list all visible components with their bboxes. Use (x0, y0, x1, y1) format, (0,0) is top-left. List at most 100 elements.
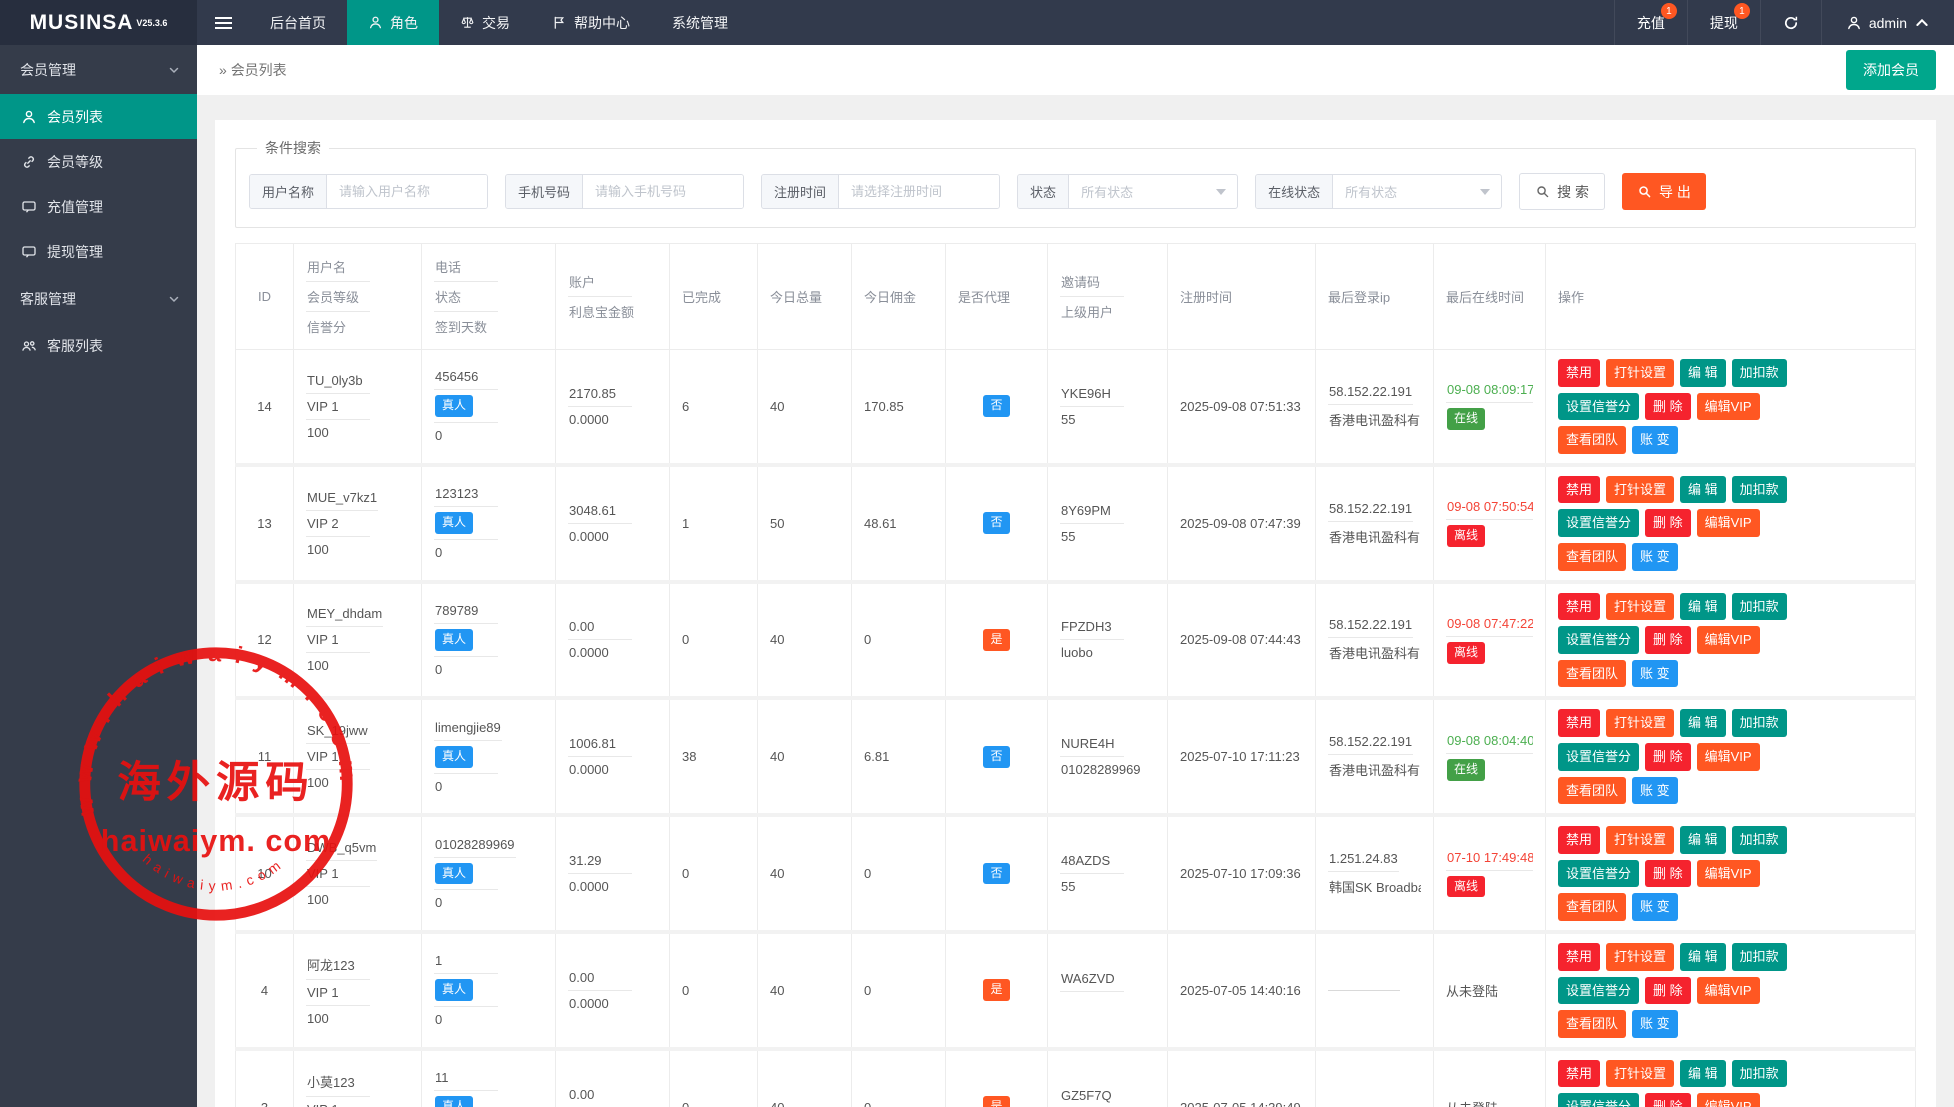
action-button-编辑[interactable]: 编 辑 (1680, 1060, 1726, 1088)
action-button-设置信誉分[interactable]: 设置信誉分 (1558, 860, 1639, 888)
action-button-加扣款[interactable]: 加扣款 (1732, 943, 1787, 971)
action-button-打针设置[interactable]: 打针设置 (1606, 593, 1674, 621)
action-button-设置信誉分[interactable]: 设置信誉分 (1558, 626, 1639, 654)
action-button-查看团队[interactable]: 查看团队 (1558, 893, 1626, 921)
refresh-button[interactable] (1760, 0, 1821, 45)
action-button-账变[interactable]: 账 变 (1632, 893, 1678, 921)
action-button-账变[interactable]: 账 变 (1632, 660, 1678, 688)
action-button-编辑VIP[interactable]: 编辑VIP (1697, 743, 1760, 771)
nav-item-3[interactable]: 交易 (439, 0, 531, 45)
action-button-编辑VIP[interactable]: 编辑VIP (1697, 393, 1760, 421)
top-action-2[interactable]: 提现1 (1687, 0, 1760, 45)
cell-done: 0 (670, 1049, 758, 1107)
action-button-设置信誉分[interactable]: 设置信誉分 (1558, 509, 1639, 537)
action-button-加扣款[interactable]: 加扣款 (1732, 1060, 1787, 1088)
action-button-禁用[interactable]: 禁用 (1558, 826, 1600, 854)
action-button-编辑[interactable]: 编 辑 (1680, 359, 1726, 387)
action-button-编辑VIP[interactable]: 编辑VIP (1697, 977, 1760, 1005)
action-button-设置信誉分[interactable]: 设置信誉分 (1558, 1093, 1639, 1107)
sidebar-toggle-button[interactable] (197, 0, 249, 45)
search-icon (1535, 184, 1550, 199)
action-button-禁用[interactable]: 禁用 (1558, 476, 1600, 504)
action-button-禁用[interactable]: 禁用 (1558, 943, 1600, 971)
action-button-账变[interactable]: 账 变 (1632, 777, 1678, 805)
action-button-删除[interactable]: 删 除 (1645, 626, 1691, 654)
action-button-编辑VIP[interactable]: 编辑VIP (1697, 509, 1760, 537)
invite-code: GZ5F7Q (1060, 1083, 1124, 1107)
hamburger-icon (215, 14, 232, 32)
sidebar-item-会员列表[interactable]: 会员列表 (0, 94, 197, 139)
action-button-设置信誉分[interactable]: 设置信誉分 (1558, 393, 1639, 421)
action-button-查看团队[interactable]: 查看团队 (1558, 426, 1626, 454)
action-button-删除[interactable]: 删 除 (1645, 509, 1691, 537)
cell-register-time: 2025-07-05 14:40:16 (1168, 932, 1316, 1049)
action-button-禁用[interactable]: 禁用 (1558, 709, 1600, 737)
search-input-2[interactable] (583, 175, 743, 208)
cell-balance: 3048.610.0000 (556, 465, 670, 582)
add-member-button[interactable]: 添加会员 (1846, 50, 1936, 90)
logo-text: MUSINSA (30, 11, 134, 35)
admin-menu[interactable]: admin (1821, 0, 1954, 45)
action-button-账变[interactable]: 账 变 (1632, 543, 1678, 571)
cell-commission: 48.61 (852, 465, 946, 582)
action-button-设置信誉分[interactable]: 设置信誉分 (1558, 743, 1639, 771)
sidebar-item-客服列表[interactable]: 客服列表 (0, 323, 197, 368)
action-button-编辑VIP[interactable]: 编辑VIP (1697, 1093, 1760, 1107)
search-input-1[interactable] (327, 175, 487, 208)
nav-item-2[interactable]: 角色 (347, 0, 439, 45)
action-button-打针设置[interactable]: 打针设置 (1606, 709, 1674, 737)
column-header-line: 邀请码 (1060, 267, 1124, 297)
action-button-删除[interactable]: 删 除 (1645, 977, 1691, 1005)
action-button-删除[interactable]: 删 除 (1645, 393, 1691, 421)
nav-item-1[interactable]: 后台首页 (249, 0, 347, 45)
action-button-打针设置[interactable]: 打针设置 (1606, 1060, 1674, 1088)
action-button-禁用[interactable]: 禁用 (1558, 1060, 1600, 1088)
action-button-编辑[interactable]: 编 辑 (1680, 943, 1726, 971)
sidebar-section-1[interactable]: 会员管理 (0, 45, 197, 94)
action-button-编辑[interactable]: 编 辑 (1680, 476, 1726, 504)
sidebar-item-提现管理[interactable]: 提现管理 (0, 229, 197, 274)
action-button-加扣款[interactable]: 加扣款 (1732, 359, 1787, 387)
search-button[interactable]: 搜 索 (1519, 173, 1605, 210)
sidebar-section-2[interactable]: 客服管理 (0, 274, 197, 323)
real-user-badge: 真人 (435, 512, 473, 534)
action-button-删除[interactable]: 删 除 (1645, 743, 1691, 771)
action-button-打针设置[interactable]: 打针设置 (1606, 943, 1674, 971)
action-button-加扣款[interactable]: 加扣款 (1732, 476, 1787, 504)
cell-phone: 1真人0 (422, 932, 556, 1049)
action-button-查看团队[interactable]: 查看团队 (1558, 777, 1626, 805)
sidebar-item-会员等级[interactable]: 会员等级 (0, 139, 197, 184)
action-button-禁用[interactable]: 禁用 (1558, 359, 1600, 387)
nav-item-4[interactable]: 帮助中心 (531, 0, 651, 45)
action-button-编辑[interactable]: 编 辑 (1680, 826, 1726, 854)
action-button-设置信誉分[interactable]: 设置信誉分 (1558, 977, 1639, 1005)
action-button-打针设置[interactable]: 打针设置 (1606, 476, 1674, 504)
top-action-1[interactable]: 充值1 (1614, 0, 1687, 45)
action-button-打针设置[interactable]: 打针设置 (1606, 826, 1674, 854)
filter-select-value[interactable]: 所有状态 (1333, 175, 1501, 208)
export-button[interactable]: 导 出 (1622, 173, 1706, 210)
action-button-编辑VIP[interactable]: 编辑VIP (1697, 626, 1760, 654)
action-button-编辑[interactable]: 编 辑 (1680, 593, 1726, 621)
cell-last-ip: 58.152.22.191香港电讯盈科有限 (1316, 582, 1434, 699)
action-button-编辑VIP[interactable]: 编辑VIP (1697, 860, 1760, 888)
search-input-3[interactable] (839, 175, 999, 208)
action-button-打针设置[interactable]: 打针设置 (1606, 359, 1674, 387)
nav-item-5[interactable]: 系统管理 (651, 0, 749, 45)
invite-code: NURE4H (1060, 731, 1124, 757)
table-body: 14TU_0ly3bVIP 1100456456真人02170.850.0000… (236, 350, 1916, 1107)
action-button-账变[interactable]: 账 变 (1632, 426, 1678, 454)
filter-select-value[interactable]: 所有状态 (1069, 175, 1237, 208)
action-button-加扣款[interactable]: 加扣款 (1732, 826, 1787, 854)
action-button-查看团队[interactable]: 查看团队 (1558, 543, 1626, 571)
action-button-加扣款[interactable]: 加扣款 (1732, 593, 1787, 621)
action-button-删除[interactable]: 删 除 (1645, 1093, 1691, 1107)
sidebar-item-充值管理[interactable]: 充值管理 (0, 184, 197, 229)
action-button-禁用[interactable]: 禁用 (1558, 593, 1600, 621)
action-button-查看团队[interactable]: 查看团队 (1558, 1010, 1626, 1038)
action-button-删除[interactable]: 删 除 (1645, 860, 1691, 888)
action-button-账变[interactable]: 账 变 (1632, 1010, 1678, 1038)
action-button-查看团队[interactable]: 查看团队 (1558, 660, 1626, 688)
action-button-编辑[interactable]: 编 辑 (1680, 709, 1726, 737)
action-button-加扣款[interactable]: 加扣款 (1732, 709, 1787, 737)
